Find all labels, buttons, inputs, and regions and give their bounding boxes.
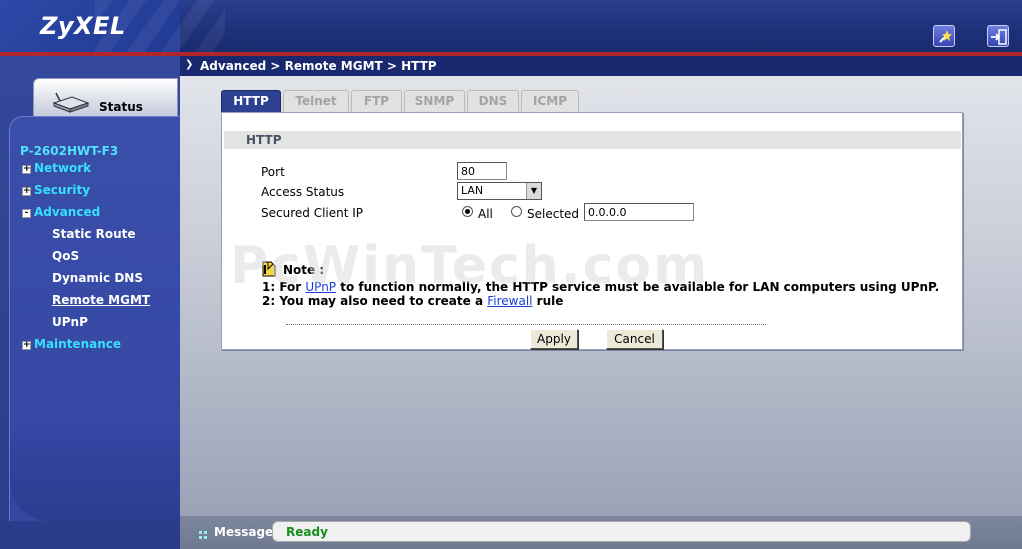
tab-icmp[interactable]: ICMP xyxy=(521,90,579,112)
chevron-down-icon[interactable]: ▼ xyxy=(526,183,541,199)
device-model: P-2602HWT-F3 xyxy=(20,144,119,158)
nav-network[interactable]: + Network xyxy=(22,161,91,175)
expand-icon[interactable]: + xyxy=(22,165,31,174)
collapse-icon[interactable]: - xyxy=(22,209,31,218)
radio-selected-label: Selected xyxy=(527,207,580,221)
tab-dns[interactable]: DNS xyxy=(467,90,519,112)
access-status-select[interactable]: LAN ▼ xyxy=(457,182,542,200)
wizard-wand-icon[interactable] xyxy=(933,25,955,47)
main-content: HTTP Telnet FTP SNMP DNS ICMP HTTP Port … xyxy=(180,76,1022,516)
tab-snmp[interactable]: SNMP xyxy=(404,90,465,112)
status-label: Status xyxy=(99,100,143,114)
tab-ftp[interactable]: FTP xyxy=(351,90,402,112)
access-status-label: Access Status xyxy=(261,185,345,199)
tab-http[interactable]: HTTP xyxy=(221,90,281,112)
note-line-1: 1: For UPnP to function normally, the HT… xyxy=(262,280,940,294)
radio-all-label: All xyxy=(478,207,493,221)
radio-all[interactable] xyxy=(462,206,473,217)
nav-maintenance[interactable]: + Maintenance xyxy=(22,337,121,351)
status-bar: Message Ready xyxy=(180,516,1022,549)
grip-icon xyxy=(199,528,207,539)
expand-icon[interactable]: + xyxy=(22,187,31,196)
router-icon xyxy=(52,91,90,116)
header-bar: ZyXEL xyxy=(0,0,1022,56)
nav-advanced[interactable]: - Advanced xyxy=(22,205,100,219)
note-icon xyxy=(261,261,277,277)
nav-qos[interactable]: QoS xyxy=(52,249,79,263)
cancel-button[interactable]: Cancel xyxy=(606,329,663,349)
message-label: Message xyxy=(214,525,274,539)
breadcrumb-arrow-icon: ❯ xyxy=(185,59,194,70)
zyxel-logo: ZyXEL xyxy=(40,12,126,40)
nav-panel xyxy=(9,116,181,521)
port-input[interactable] xyxy=(457,162,507,180)
nav-static-route[interactable]: Static Route xyxy=(52,227,136,241)
divider xyxy=(286,324,766,325)
apply-button[interactable]: Apply xyxy=(530,329,578,349)
tab-telnet[interactable]: Telnet xyxy=(283,90,349,112)
status-message: Ready xyxy=(286,525,328,539)
logout-icon[interactable] xyxy=(987,25,1009,47)
client-ip-label: Secured Client IP xyxy=(261,206,364,220)
port-label: Port xyxy=(261,165,285,179)
breadcrumb-text: Advanced > Remote MGMT > HTTP xyxy=(200,59,437,73)
radio-selected[interactable] xyxy=(511,206,522,217)
nav-security-label: Security xyxy=(34,183,91,197)
nav-remote-mgmt[interactable]: Remote MGMT xyxy=(52,293,150,307)
client-ip-input[interactable] xyxy=(584,203,694,221)
sidebar: Status P-2602HWT-F3 + Network + Security -… xyxy=(0,56,181,549)
nav-maintenance-label: Maintenance xyxy=(34,337,122,351)
note-line-2: 2: You may also need to create a Firewal… xyxy=(262,294,564,308)
section-title: HTTP xyxy=(224,131,961,149)
nav-security[interactable]: + Security xyxy=(22,183,90,197)
upnp-link[interactable]: UPnP xyxy=(305,280,336,294)
settings-panel: HTTP Port Access Status LAN ▼ Secured Cl… xyxy=(221,112,963,350)
access-status-value: LAN xyxy=(461,184,484,197)
nav-advanced-label: Advanced xyxy=(34,205,101,219)
nav-network-label: Network xyxy=(34,161,92,175)
breadcrumb: ❯ Advanced > Remote MGMT > HTTP xyxy=(180,56,1022,76)
nav-upnp[interactable]: UPnP xyxy=(52,315,88,329)
firewall-link[interactable]: Firewall xyxy=(487,294,532,308)
nav-dynamic-dns[interactable]: Dynamic DNS xyxy=(52,271,143,285)
note-title: Note : xyxy=(283,263,325,277)
message-box: Ready xyxy=(272,521,971,542)
expand-icon[interactable]: + xyxy=(22,341,31,350)
